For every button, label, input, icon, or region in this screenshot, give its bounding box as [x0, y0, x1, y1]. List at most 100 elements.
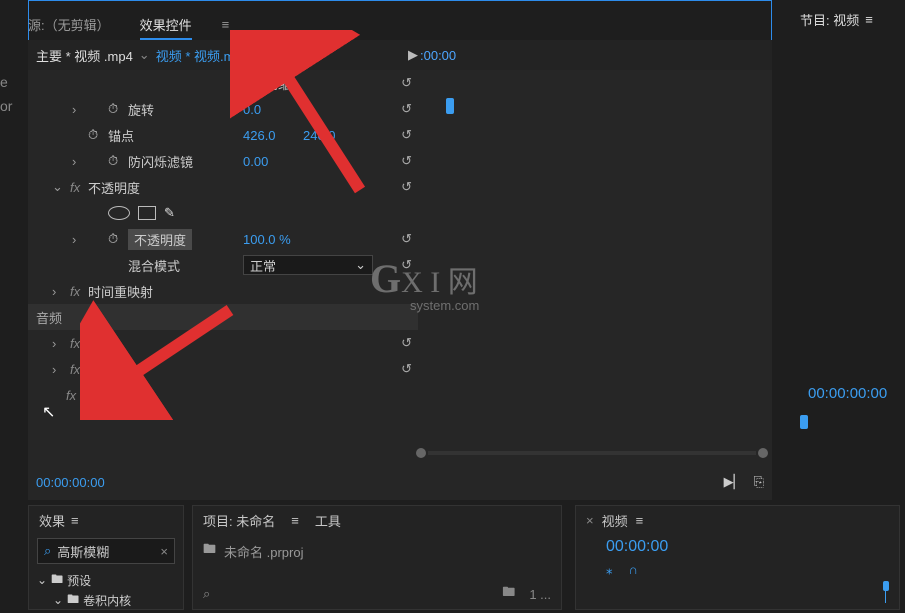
blend-mode-value: 正常	[250, 256, 276, 275]
time-remap-label: 时间重映射	[88, 282, 153, 301]
expand-icon[interactable]: ›	[52, 336, 64, 351]
search-icon: ⌕	[44, 543, 51, 559]
reset-icon[interactable]: ↺	[401, 153, 412, 169]
opacity-label: 不透明度	[128, 229, 192, 250]
playhead-icon[interactable]	[800, 415, 808, 429]
properties-list: 寺比缩 ↺ › ⏱ 旋转 0.0 ↺ ⏱ 锚点 426.0 240.0 ↺ › …	[28, 70, 418, 408]
scroll-track[interactable]	[428, 451, 756, 455]
program-ruler[interactable]	[800, 415, 900, 435]
tree-item-convolution[interactable]: ⌄ 🖿 卷积内核	[37, 590, 175, 610]
reset-icon[interactable]: ↺	[401, 179, 412, 195]
expand-icon[interactable]: ›	[52, 284, 64, 299]
close-icon[interactable]: ×	[586, 513, 594, 528]
clear-icon[interactable]: ×	[160, 544, 168, 559]
project-file-name[interactable]: 未命名 .prproj	[224, 542, 303, 561]
cropped-text: e	[0, 70, 24, 94]
timeline-timecode[interactable]: 00:00:00	[576, 534, 899, 560]
channel-volume-label: 声道音	[88, 360, 127, 379]
chevron-down-icon[interactable]: ⌄	[139, 47, 150, 63]
project-panel: 项目: 未命名 ≡ 工具 🖿 未命名 .prproj ⌕ 🖿 1 ...	[192, 505, 562, 610]
tools-tab[interactable]: 工具	[315, 511, 341, 530]
reset-icon[interactable]: ↺	[401, 335, 412, 351]
scroll-knob-left[interactable]	[416, 448, 426, 458]
play-icon[interactable]: ▶	[408, 47, 418, 63]
anchor-x-value[interactable]: 426.0	[243, 128, 276, 143]
sequence-clip-label[interactable]: 视频 * 视频.m	[156, 46, 235, 65]
volume-label: 音量	[88, 334, 114, 353]
blend-mode-label: 混合模式	[128, 256, 180, 275]
timeline-scrollbar[interactable]	[416, 446, 768, 460]
stopwatch-icon[interactable]: ⏱	[108, 153, 124, 169]
reset-icon[interactable]: ↺	[401, 127, 412, 143]
stopwatch-icon[interactable]: ⏱	[88, 127, 104, 143]
tab-program[interactable]: 节目: 视频	[800, 10, 859, 29]
reset-icon[interactable]: ↺	[401, 257, 412, 273]
chevron-down-icon: ⌄	[37, 573, 47, 587]
reset-icon[interactable]: ↺	[401, 75, 412, 91]
aspect-lock-checkbox[interactable]	[236, 77, 248, 89]
expand-icon[interactable]: ›	[72, 154, 84, 169]
expand-icon[interactable]: ›	[52, 362, 64, 377]
ellipse-mask-icon[interactable]	[108, 206, 130, 220]
opacity-value[interactable]: 100.0 %	[243, 232, 291, 247]
playhead-icon[interactable]	[446, 98, 454, 114]
rect-mask-icon[interactable]	[138, 206, 156, 220]
skip-icon[interactable]: ▶▏	[724, 474, 744, 490]
stopwatch-icon[interactable]: ⏱	[108, 101, 124, 117]
fx-icon[interactable]: fx	[70, 180, 84, 195]
timeline-panel: × 视频 ≡ 00:00:00 ⁎ ∩	[575, 505, 900, 610]
fx-icon[interactable]: fx	[70, 336, 84, 351]
blend-mode-select[interactable]: 正常 ⌄	[243, 255, 373, 275]
bin-icon[interactable]: 🖿	[502, 583, 515, 605]
effects-panel-title[interactable]: 效果	[39, 511, 65, 530]
tab-effect-controls[interactable]: 效果控件	[140, 15, 192, 34]
timeline-panel-title[interactable]: 视频	[602, 511, 628, 530]
magnet-icon[interactable]: ∩	[629, 562, 638, 578]
export-icon[interactable]: ⎘	[754, 474, 764, 490]
reset-icon[interactable]: ↺	[401, 361, 412, 377]
antiflicker-label: 防闪烁滤镜	[128, 152, 193, 171]
fx-icon[interactable]: fx	[70, 362, 84, 377]
current-timecode[interactable]: 00:00:00:00	[36, 475, 105, 490]
mouse-cursor-icon: ↖	[42, 402, 55, 422]
tab-source[interactable]: 源:（无剪辑）	[28, 15, 110, 34]
anchor-label: 锚点	[108, 126, 134, 145]
rotation-label: 旋转	[128, 100, 154, 119]
fx-icon[interactable]: fx	[66, 388, 80, 403]
antiflicker-value[interactable]: 0.00	[243, 154, 268, 169]
panel-menu-icon[interactable]: ≡	[222, 17, 230, 32]
audio-section-header: 音频	[28, 304, 418, 330]
aspect-lock-label: 寺比缩	[252, 74, 291, 93]
panel-menu-icon[interactable]: ≡	[71, 513, 79, 528]
pen-mask-icon[interactable]: ✎	[164, 205, 175, 221]
panel-menu-icon[interactable]: ≡	[636, 513, 644, 528]
collapse-icon[interactable]: ⌄	[52, 179, 64, 195]
panel-menu-icon[interactable]: ≡	[865, 12, 873, 27]
timeline-playhead[interactable]	[883, 581, 889, 603]
tree-item-presets[interactable]: ⌄ 🖿 预设	[37, 570, 175, 590]
rotation-value[interactable]: 0.0	[243, 102, 261, 117]
project-panel-title[interactable]: 项目: 未命名	[203, 511, 275, 530]
effects-search-value: 高斯模糊	[57, 542, 109, 561]
folder-icon: 🖿	[51, 570, 63, 591]
snap-icon[interactable]: ⁎	[606, 562, 613, 578]
panner-label: 声像器	[84, 386, 123, 405]
scroll-knob-right[interactable]	[758, 448, 768, 458]
reset-icon[interactable]: ↺	[401, 101, 412, 117]
program-timecode[interactable]: 00:00:00:00	[808, 385, 887, 402]
effects-panel: 效果 ≡ ⌕ 高斯模糊 × ⌄ 🖿 预设 ⌄ 🖿 卷积内核	[28, 505, 184, 610]
anchor-y-value[interactable]: 240.0	[303, 128, 336, 143]
master-clip-label[interactable]: 主要 * 视频 .mp4	[36, 46, 133, 65]
chevron-down-icon: ⌄	[355, 257, 366, 273]
stopwatch-icon[interactable]: ⏱	[108, 231, 124, 247]
item-count: 1 ...	[529, 587, 551, 602]
expand-icon[interactable]: ›	[72, 232, 84, 247]
expand-icon[interactable]: ›	[72, 102, 84, 117]
effects-search-input[interactable]: ⌕ 高斯模糊 ×	[37, 538, 175, 564]
panel-menu-icon[interactable]: ≡	[291, 513, 299, 528]
opacity-section-label: 不透明度	[88, 178, 140, 197]
project-file-icon: 🖿	[203, 540, 216, 562]
search-icon[interactable]: ⌕	[203, 586, 210, 602]
reset-icon[interactable]: ↺	[401, 231, 412, 247]
fx-icon[interactable]: fx	[70, 284, 84, 299]
